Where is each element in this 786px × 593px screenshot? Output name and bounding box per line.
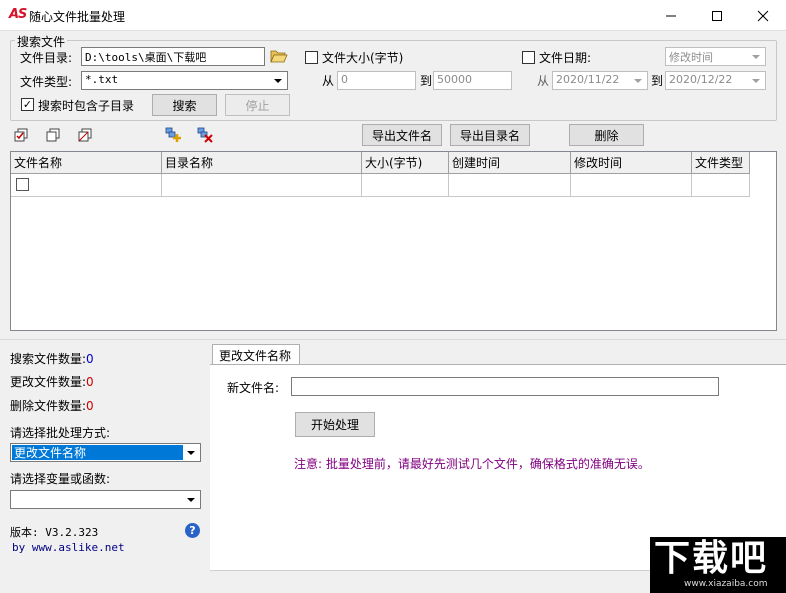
date-from-label: 从 [537, 74, 550, 88]
searched-count: 0 [86, 352, 94, 366]
searched-count-label: 搜索文件数量:0 [10, 352, 94, 366]
date-label: 文件日期: [539, 51, 592, 65]
date-mode-value: 修改时间 [669, 51, 713, 64]
window-title: 随心文件批量处理 [29, 10, 126, 24]
folder-open-icon [270, 50, 288, 63]
tab-rename[interactable]: 更改文件名称 [212, 344, 300, 365]
table-cell[interactable] [11, 174, 162, 197]
size-to-label: 到 [420, 74, 433, 88]
date-to-label: 到 [651, 74, 664, 88]
splitter[interactable] [0, 339, 786, 340]
changed-count-label: 更改文件数量:0 [10, 375, 94, 389]
mode-label: 请选择批处理方式: [10, 426, 111, 440]
column-header-filename[interactable]: 文件名称 [11, 152, 162, 174]
table-cell[interactable] [362, 174, 449, 197]
select-all-button[interactable] [13, 127, 29, 146]
stop-button[interactable]: 停止 [225, 94, 290, 116]
title-bar: AS 随心文件批量处理 [0, 0, 786, 31]
info-panel: 搜索文件数量:0 更改文件数量:0 删除文件数量:0 请选择批处理方式: 更改文… [0, 342, 210, 593]
help-icon[interactable]: ? [185, 523, 200, 538]
remove-files-button[interactable] [197, 127, 215, 148]
date-checkbox[interactable] [522, 51, 535, 64]
add-icon [165, 127, 181, 142]
deselect-all-button[interactable] [45, 127, 61, 146]
close-button[interactable] [740, 0, 786, 31]
column-header-modified[interactable]: 修改时间 [571, 152, 692, 174]
chevron-down-icon[interactable] [183, 445, 199, 460]
chevron-down-icon[interactable] [630, 73, 646, 88]
var-select[interactable] [10, 490, 201, 509]
maximize-icon [712, 10, 722, 21]
watermark-text: 下载吧 [654, 538, 769, 579]
chevron-down-icon[interactable] [270, 73, 286, 88]
watermark-url: www.xiazaiba.com [684, 579, 768, 589]
dir-input[interactable]: D:\tools\桌面\下载吧 [81, 47, 265, 66]
export-dirnames-button[interactable]: 导出目录名 [450, 124, 530, 146]
type-combo-value: *.txt [85, 73, 119, 86]
add-files-button[interactable] [165, 127, 183, 148]
check-icon: ✓ [22, 98, 33, 111]
size-from-input[interactable]: 0 [337, 71, 416, 90]
notice-text: 注意: 批量处理前，请最好先测试几个文件，确保格式的准确无误。 [294, 457, 650, 471]
invert-select-button[interactable] [77, 127, 93, 146]
watermark-logo: 下载吧 www.xiazaiba.com [650, 537, 786, 593]
invert-select-icon [78, 128, 92, 142]
table-cell[interactable] [162, 174, 362, 197]
deselect-all-icon [46, 128, 60, 142]
deleted-count-label: 删除文件数量:0 [10, 399, 94, 413]
type-combo[interactable]: *.txt [81, 71, 288, 90]
version-text: 版本: V3.2.323 [10, 526, 99, 539]
mode-select-value: 更改文件名称 [12, 445, 183, 460]
website-link[interactable]: by www.aslike.net [12, 541, 125, 554]
column-header-size[interactable]: 大小(字节) [362, 152, 449, 174]
file-table[interactable]: 文件名称 目录名称 大小(字节) 创建时间 修改时间 文件类型 [10, 151, 777, 331]
column-header-created[interactable]: 创建时间 [449, 152, 571, 174]
size-checkbox[interactable] [305, 51, 318, 64]
size-from-label: 从 [322, 74, 335, 88]
size-label: 文件大小(字节) [322, 51, 404, 65]
changed-count: 0 [86, 375, 94, 389]
type-label: 文件类型: [20, 75, 73, 89]
start-process-button[interactable]: 开始处理 [295, 412, 375, 437]
row-checkbox[interactable] [16, 178, 29, 191]
browse-folder-button[interactable] [270, 48, 290, 66]
dir-label: 文件目录: [20, 51, 73, 65]
date-from-value: 2020/11/22 [556, 73, 620, 86]
mode-select[interactable]: 更改文件名称 [10, 443, 201, 462]
app-logo: AS [9, 7, 27, 22]
maximize-button[interactable] [694, 0, 740, 31]
subdir-label: 搜索时包含子目录 [38, 99, 135, 113]
table-cell[interactable] [571, 174, 692, 197]
chevron-down-icon[interactable] [748, 73, 764, 88]
date-from-picker[interactable]: 2020/11/22 [552, 71, 648, 90]
column-header-filetype[interactable]: 文件类型 [692, 152, 750, 174]
export-filenames-button[interactable]: 导出文件名 [362, 124, 442, 146]
new-name-label: 新文件名: [227, 381, 280, 395]
remove-icon [197, 127, 213, 143]
column-header-dirname[interactable]: 目录名称 [162, 152, 362, 174]
date-mode-combo[interactable]: 修改时间 [665, 47, 766, 66]
subdir-checkbox[interactable]: ✓ [21, 98, 34, 111]
search-button[interactable]: 搜索 [152, 94, 217, 116]
chevron-down-icon[interactable] [748, 49, 764, 64]
select-all-icon [14, 128, 28, 142]
deleted-count: 0 [86, 399, 94, 413]
new-name-input[interactable] [291, 377, 719, 396]
date-to-picker[interactable]: 2020/12/22 [665, 71, 766, 90]
chevron-down-icon[interactable] [183, 492, 199, 507]
date-to-value: 2020/12/22 [669, 73, 733, 86]
table-cell[interactable] [692, 174, 750, 197]
delete-button[interactable]: 删除 [569, 124, 644, 146]
size-to-input[interactable]: 50000 [433, 71, 512, 90]
close-icon [757, 10, 769, 21]
minimize-button[interactable] [648, 0, 694, 31]
minimize-icon [666, 15, 676, 16]
search-group-title: 搜索文件 [15, 33, 68, 50]
var-label: 请选择变量或函数: [10, 472, 111, 486]
table-cell[interactable] [449, 174, 571, 197]
